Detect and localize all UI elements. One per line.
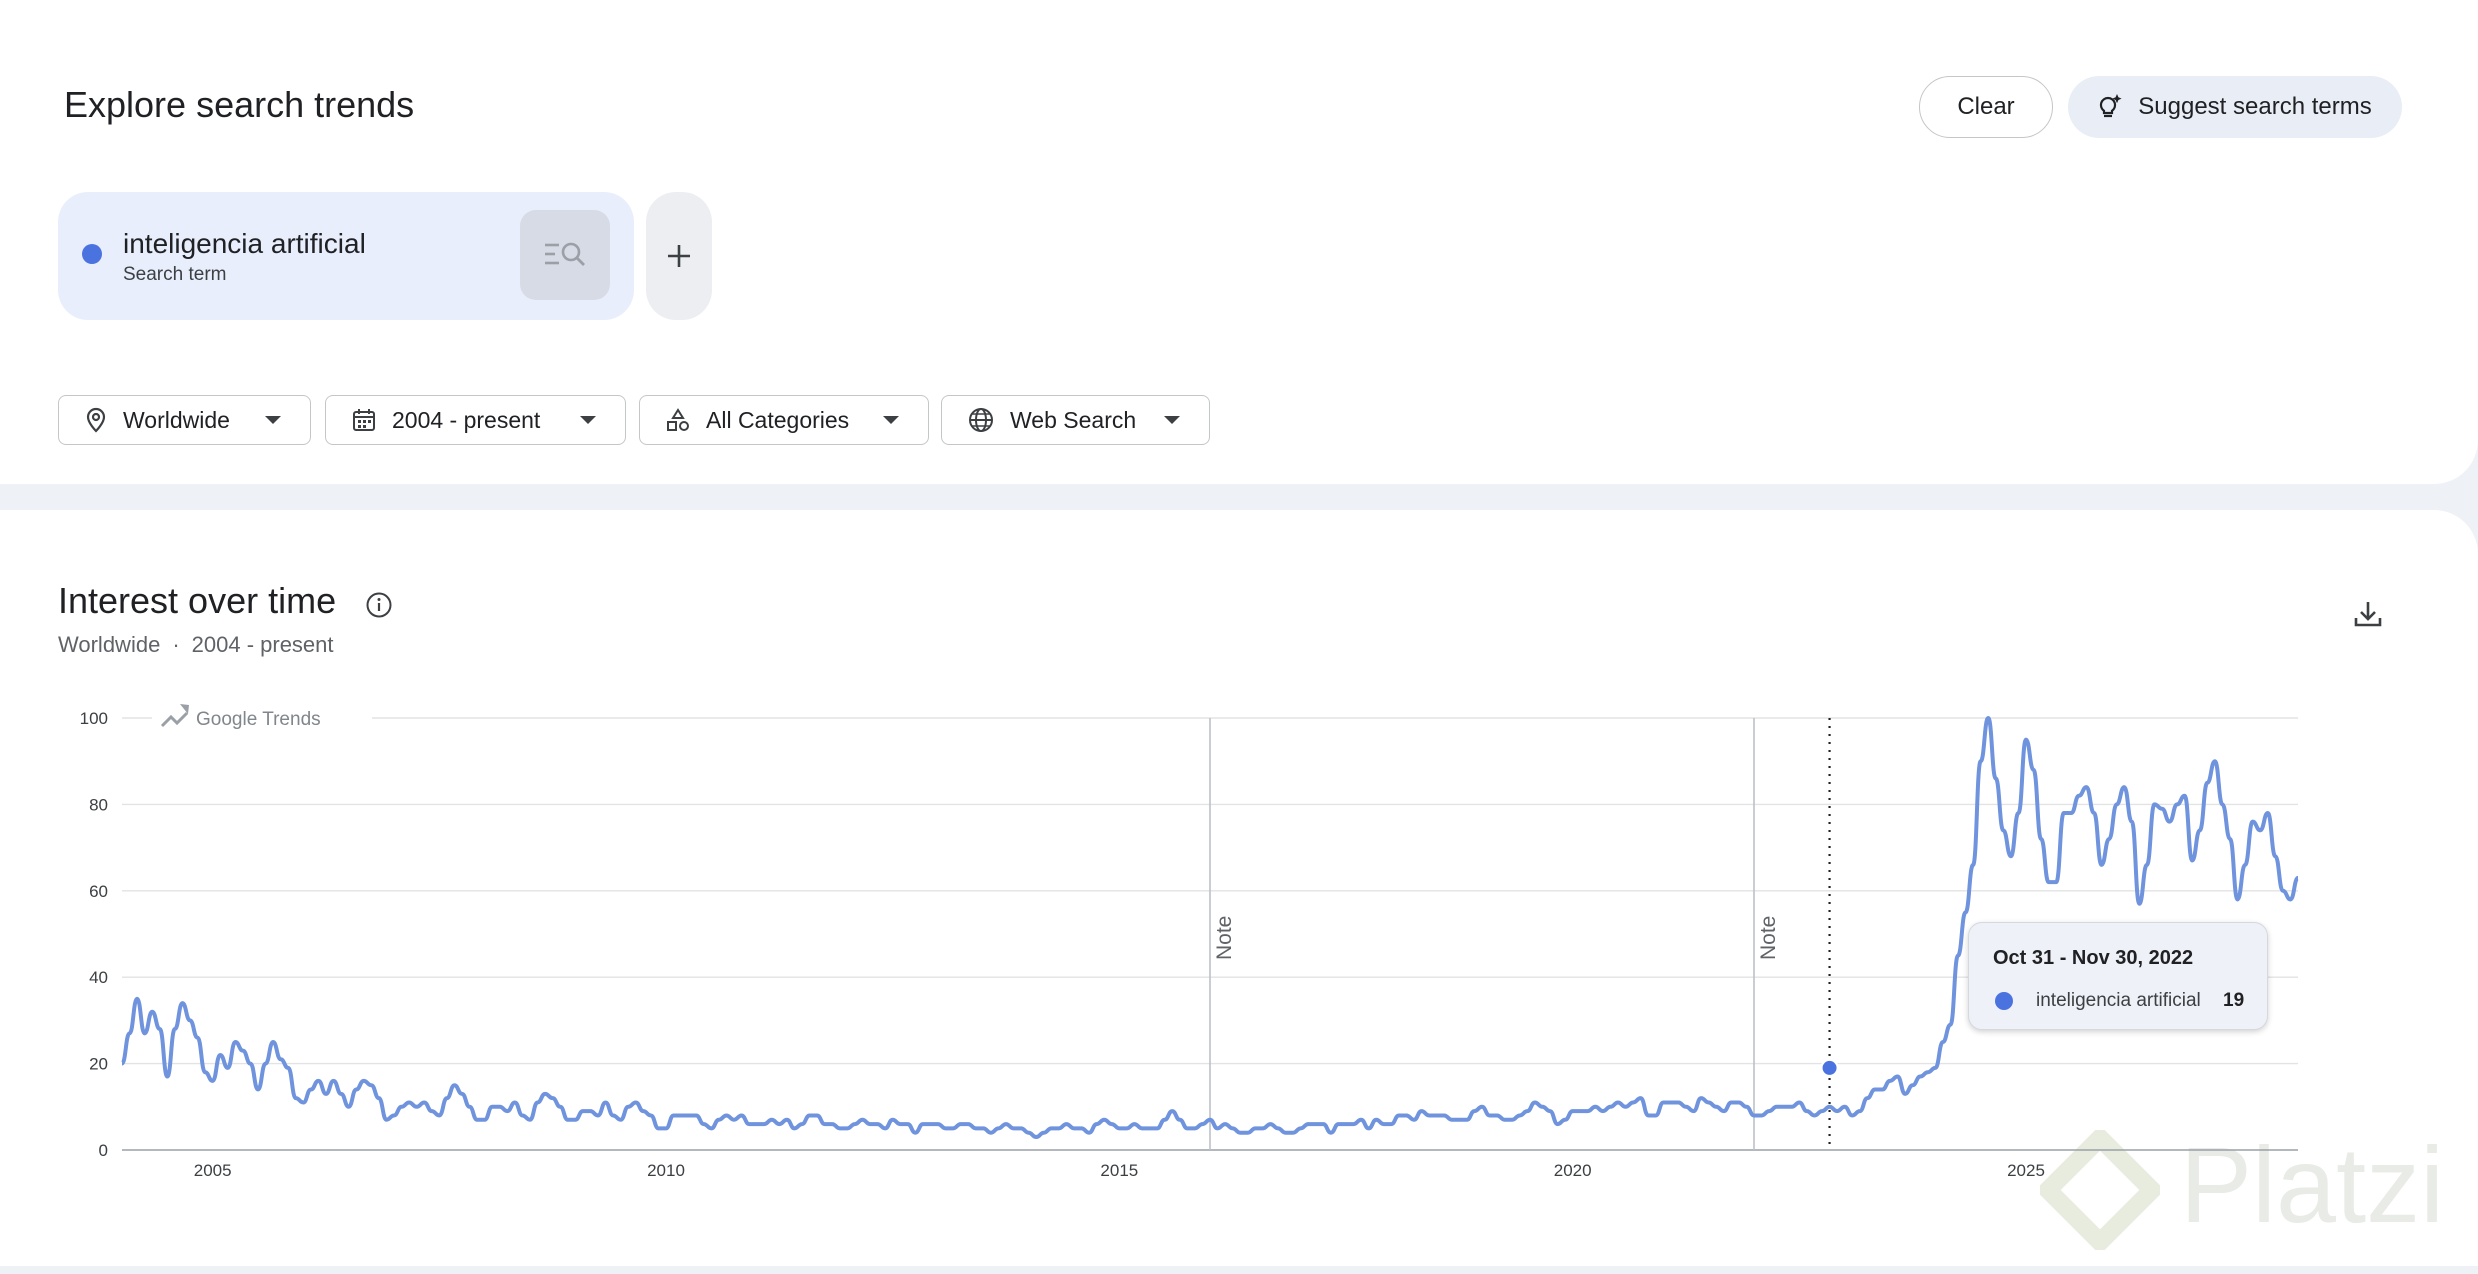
y-tick-label: 80 bbox=[89, 795, 108, 814]
x-tick-label: 2010 bbox=[647, 1161, 685, 1180]
interest-chart: Note Note 0 20 40 60 80 100 2005 2010 2015 2020 202… bbox=[80, 704, 2300, 1180]
y-tick-label: 40 bbox=[89, 968, 108, 987]
x-tick-label: 2005 bbox=[194, 1161, 232, 1180]
x-tick-label: 2015 bbox=[1100, 1161, 1138, 1180]
chart-tooltip: Oct 31 - Nov 30, 2022 inteligencia artif… bbox=[1968, 922, 2268, 1030]
hover-point bbox=[1820, 1058, 1839, 1077]
note-label: Note bbox=[1757, 916, 1780, 960]
y-tick-label: 20 bbox=[89, 1055, 108, 1074]
y-tick-label: 0 bbox=[99, 1141, 108, 1160]
tooltip-series-dot bbox=[1995, 992, 2013, 1010]
tooltip-value: 19 bbox=[2223, 990, 2245, 1011]
source-label: Google Trends bbox=[196, 709, 321, 730]
tooltip-date: Oct 31 - Nov 30, 2022 bbox=[1993, 947, 2194, 969]
x-tick-label: 2025 bbox=[2007, 1161, 2045, 1180]
x-tick-label: 2020 bbox=[1554, 1161, 1592, 1180]
note-label: Note bbox=[1213, 916, 1236, 960]
y-tick-label: 100 bbox=[80, 709, 108, 728]
y-tick-label: 60 bbox=[89, 882, 108, 901]
tooltip-term: inteligencia artificial bbox=[2036, 990, 2201, 1011]
